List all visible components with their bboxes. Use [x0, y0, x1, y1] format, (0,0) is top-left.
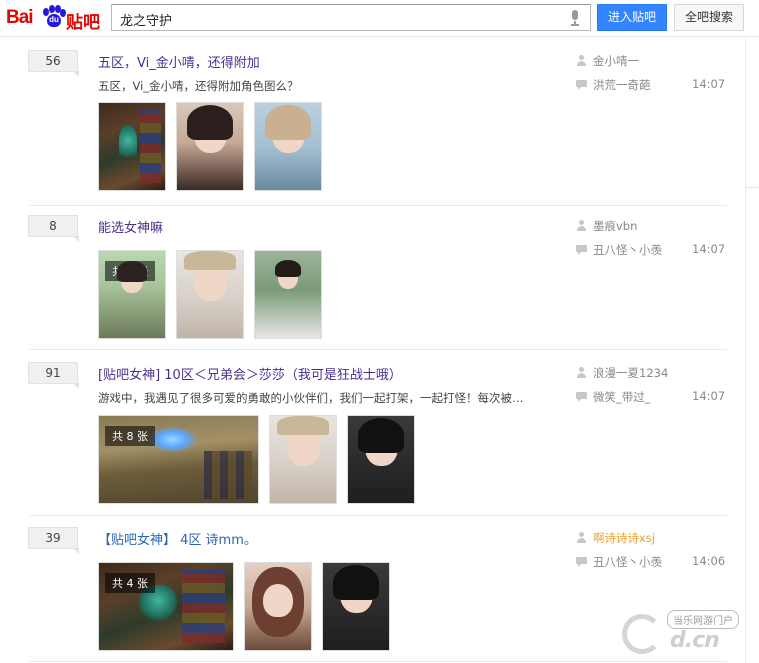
thread-title[interactable]: 五区，Vi_金小啨，还得附加	[98, 52, 260, 71]
content-right-notch	[745, 187, 759, 188]
thread-abstract: 游戏中，我遇见了很多可爱的勇敢的小伙伴们，我们一起打架，一起打怪！每次被…	[98, 391, 524, 405]
last-reply-time: 14:07	[692, 77, 726, 91]
reply-icon	[576, 556, 587, 567]
search-input[interactable]: 龙之守护	[111, 4, 591, 31]
thread-author[interactable]: 啊诗诗诗xsj	[576, 530, 655, 546]
thread-thumbnail[interactable]: 共 7 张	[98, 250, 166, 339]
thread-abstract: 五区，Vi_金小啨，还得附加角色图么？	[98, 79, 299, 93]
watermark-logo-icon	[622, 614, 662, 654]
reply-icon	[576, 79, 587, 90]
thread-thumbnail[interactable]	[244, 562, 312, 651]
content-right-border	[745, 38, 746, 663]
reply-count: 8	[28, 215, 79, 242]
thread-divider	[30, 205, 727, 206]
reply-count: 56	[28, 50, 79, 77]
watermark-tag: 当乐网游门户	[667, 610, 739, 629]
logo-tieba: 贴吧	[66, 13, 100, 33]
thread-divider	[30, 661, 727, 662]
thread-author[interactable]: 金小啨一	[576, 53, 639, 69]
user-icon	[576, 532, 587, 543]
thread-divider	[30, 515, 727, 516]
thread-thumbnail[interactable]	[98, 102, 166, 191]
thread-thumbnail[interactable]	[269, 415, 337, 504]
reply-count: 39	[28, 527, 79, 554]
paw-icon: du	[43, 5, 66, 29]
last-replier[interactable]: 丑八怪丶小羡	[576, 242, 662, 258]
thread-thumbnail[interactable]	[254, 102, 322, 191]
logo-bai: Bai	[6, 7, 34, 28]
last-replier[interactable]: 微笑_带过_	[576, 389, 651, 405]
search-query[interactable]: 龙之守护	[120, 10, 172, 29]
thread-thumbnail[interactable]	[176, 102, 244, 191]
last-reply-time: 14:07	[692, 242, 726, 256]
reply-icon	[576, 244, 587, 255]
user-icon	[576, 55, 587, 66]
thread-author[interactable]: 墨痕vbn	[576, 218, 637, 234]
thread-title[interactable]: 【贴吧女神】 4区 诗mm。	[98, 529, 257, 548]
watermark-domain: d.cn	[670, 628, 720, 653]
microphone-icon[interactable]	[570, 10, 580, 26]
search-all-button[interactable]: 全吧搜索	[674, 4, 744, 31]
thread-thumbnail[interactable]: 共 4 张	[98, 562, 234, 651]
thread-thumbnail[interactable]: 共 8 张	[98, 415, 259, 504]
top-bar: Bai du 贴吧 龙之守护 进入贴吧 全吧搜索	[0, 0, 759, 37]
image-count-badge: 共 8 张	[105, 426, 155, 446]
thread-divider	[30, 349, 727, 350]
user-icon	[576, 367, 587, 378]
thread-thumbnail[interactable]	[176, 250, 244, 339]
enter-bar-button[interactable]: 进入贴吧	[597, 4, 667, 31]
thread-thumbnail[interactable]	[347, 415, 415, 504]
last-replier[interactable]: 洪荒一奇葩	[576, 77, 651, 93]
last-reply-time: 14:06	[692, 554, 726, 568]
last-replier[interactable]: 丑八怪丶小羡	[576, 554, 662, 570]
image-count-badge: 共 4 张	[105, 573, 155, 593]
user-icon	[576, 220, 587, 231]
reply-icon	[576, 391, 587, 402]
baidu-tieba-logo[interactable]: Bai du 贴吧	[6, 3, 102, 33]
thread-thumbnail[interactable]	[254, 250, 322, 339]
thread-thumbnail[interactable]	[322, 562, 390, 651]
thread-title[interactable]: [贴吧女神] 10区＜兄弟会＞莎莎（我可是狂战士哦）	[98, 364, 402, 383]
reply-count: 91	[28, 362, 79, 389]
last-reply-time: 14:07	[692, 389, 726, 403]
site-watermark: 当乐网游门户 d.cn	[620, 606, 750, 658]
thread-author[interactable]: 浪漫一夏1234	[576, 365, 668, 381]
thread-title[interactable]: 能选女神嘛	[98, 217, 163, 236]
image-count-badge: 共 7 张	[105, 261, 155, 281]
